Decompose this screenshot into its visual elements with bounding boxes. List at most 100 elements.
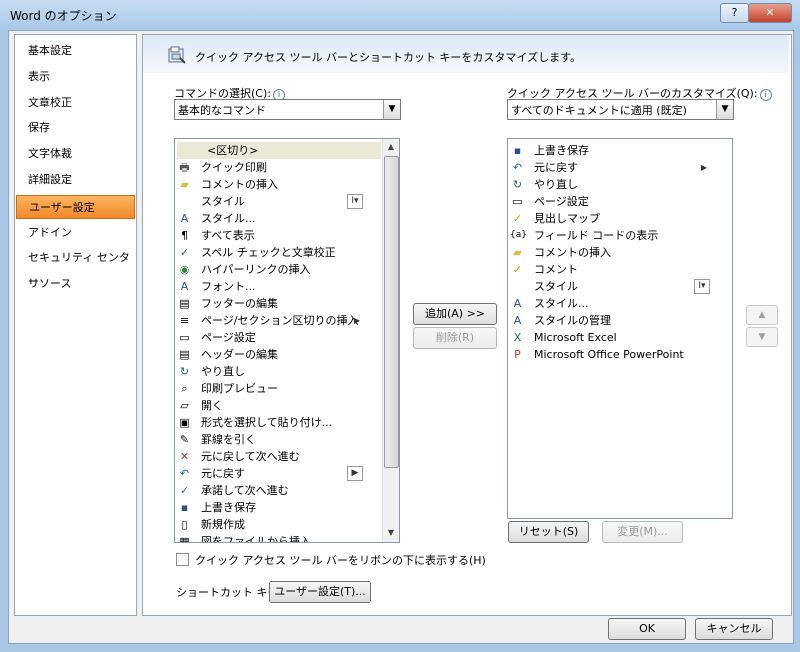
- qat-list-item[interactable]: ▪ 上書き保存: [510, 142, 728, 159]
- command-list-item[interactable]: ↻ やり直し: [177, 363, 381, 380]
- item-label: 上書き保存: [201, 501, 256, 514]
- command-list-item[interactable]: ▱ 開く: [177, 397, 381, 414]
- move-down-button[interactable]: ▼: [746, 327, 778, 347]
- nav-item[interactable]: 文章校正: [16, 91, 135, 115]
- command-list-item[interactable]: A スタイル...: [177, 210, 381, 227]
- scroll-down-icon[interactable]: ▼: [383, 525, 399, 541]
- scrollbar-thumb[interactable]: [384, 156, 399, 468]
- command-list-item[interactable]: ¶ すべて表示: [177, 227, 381, 244]
- scroll-up-icon[interactable]: ▲: [383, 139, 399, 155]
- nav-item[interactable]: リソース: [16, 272, 135, 296]
- item-label: Microsoft Office PowerPoint: [534, 348, 684, 361]
- check-icon: ✓: [512, 263, 523, 276]
- qat-list-item[interactable]: A スタイルの管理: [510, 312, 728, 329]
- reset-button[interactable]: リセット(S): [508, 521, 589, 543]
- chevron-down-icon[interactable]: ▼: [716, 100, 733, 119]
- command-list-item[interactable]: ▤ ヘッダーの編集: [177, 346, 381, 363]
- item-label: コメント: [534, 263, 578, 276]
- command-list-item[interactable]: ≡ ページ/セクション区切りの挿入 ▶: [177, 312, 381, 329]
- options-dialog: Word のオプション ? ✕ 基本設定 表示 文章校正 保存 文字体裁 詳細設定ユーザー…: [0, 0, 800, 652]
- nav-item[interactable]: ユーザー設定: [16, 195, 135, 219]
- nav-item[interactable]: アドイン: [16, 221, 135, 245]
- submenu-arrow-icon: ▶: [347, 466, 363, 481]
- command-list-item[interactable]: ⌕ 印刷プレビュー: [177, 380, 381, 397]
- command-list-item[interactable]: ↶ 元に戻す ▶: [177, 465, 381, 482]
- nav-item[interactable]: 保存: [16, 116, 135, 140]
- command-list-item[interactable]: ▰ コメントの挿入: [177, 176, 381, 193]
- paragraph-icon: ¶: [181, 229, 188, 242]
- command-list-item[interactable]: ▣ 形式を選択して貼り付け...: [177, 414, 381, 431]
- command-list-item[interactable]: ✓ 承諾して次へ進む: [177, 482, 381, 499]
- paste-icon: ▣: [179, 416, 190, 429]
- show-below-ribbon-label: クイック アクセス ツール バーをリボンの下に表示する(H): [195, 554, 486, 567]
- item-label: スタイル: [201, 195, 245, 208]
- qat-list-item[interactable]: {a} フィールド コードの表示: [510, 227, 728, 244]
- item-label: 上書き保存: [534, 144, 589, 157]
- cancel-button[interactable]: キャンセル: [695, 618, 773, 640]
- qat-list-item[interactable]: ↶ 元に戻す ▶: [510, 159, 728, 176]
- command-list-item[interactable]: ✕ 元に戻して次へ進む: [177, 448, 381, 465]
- shortcut-keys-label: ショートカット キー:: [176, 586, 283, 599]
- command-source-dropdown[interactable]: 基本的なコマンド ▼: [174, 99, 401, 120]
- page-setup-icon: ▭: [512, 195, 523, 208]
- qat-list-item[interactable]: ✓ 見出しマップ: [510, 210, 728, 227]
- save-icon: ▪: [180, 501, 189, 514]
- qat-items-list[interactable]: ▪ 上書き保存 ↶ 元に戻す ▶ ↻ やり直し ▭ ページ設定 ✓ 見出しマップ {a} フィールド コ…: [507, 138, 733, 519]
- help-button[interactable]: ?: [720, 3, 749, 23]
- qat-list-item[interactable]: P Microsoft Office PowerPoint: [510, 346, 728, 363]
- nav-item[interactable]: セキュリティ センター: [16, 246, 135, 288]
- print-icon: 🖶: [179, 161, 190, 174]
- qat-list-item[interactable]: ▰ コメントの挿入: [510, 244, 728, 261]
- close-button[interactable]: ✕: [748, 3, 792, 23]
- qat-list-item[interactable]: X Microsoft Excel: [510, 329, 728, 346]
- move-up-button[interactable]: ▲: [746, 305, 778, 325]
- shortcut-customize-button[interactable]: ユーザー設定(T)...: [269, 581, 371, 603]
- command-list-item[interactable]: ✓ スペル チェックと文章校正: [177, 244, 381, 261]
- item-label: 開く: [201, 399, 223, 412]
- globe-icon: ◉: [179, 263, 190, 276]
- command-list-item[interactable]: ▯ 新規作成: [177, 516, 381, 533]
- nav-item[interactable]: 表示: [16, 65, 135, 89]
- chevron-down-icon[interactable]: ▼: [383, 100, 400, 119]
- qat-scope-dropdown[interactable]: すべてのドキュメントに適用 (既定) ▼: [507, 99, 734, 120]
- qat-list-item[interactable]: ▭ ページ設定: [510, 193, 728, 210]
- remove-button[interactable]: 削除(R): [413, 327, 497, 349]
- modify-button[interactable]: 変更(M)...: [602, 521, 683, 543]
- command-list-item[interactable]: <区切り>: [177, 142, 381, 159]
- qat-list-item[interactable]: ↻ やり直し: [510, 176, 728, 193]
- nav-item[interactable]: 基本設定: [16, 39, 135, 63]
- item-label: ページ設定: [534, 195, 589, 208]
- window-title: Word のオプション: [10, 9, 117, 23]
- command-list-item[interactable]: ◉ ハイパーリンクの挿入: [177, 261, 381, 278]
- ok-button[interactable]: OK: [608, 618, 686, 640]
- show-below-ribbon-checkbox[interactable]: [176, 553, 189, 566]
- commands-list[interactable]: ▲ ▼ <区切り> 🖶 クイック印刷 ▰ コメントの挿入 スタイル I▾ A スタイル... ¶ す…: [174, 138, 400, 543]
- command-list-item[interactable]: ▭ ページ設定: [177, 329, 381, 346]
- command-list-item[interactable]: ▤ フッターの編集: [177, 295, 381, 312]
- title-bar[interactable]: Word のオプション ? ✕: [0, 0, 800, 30]
- command-list-item[interactable]: 🖶 クイック印刷: [177, 159, 381, 176]
- style-icon: A: [513, 297, 522, 310]
- command-list-item[interactable]: スタイル I▾: [177, 193, 381, 210]
- command-list-item[interactable]: ▦ 図をファイルから挿入: [177, 533, 381, 542]
- command-list-item[interactable]: A フォント...: [177, 278, 381, 295]
- category-nav: 基本設定 表示 文章校正 保存 文字体裁 詳細設定ユーザー設定 アドイン セキュリティ センタ…: [14, 34, 137, 616]
- qat-list-item[interactable]: スタイル I▾: [510, 278, 728, 295]
- redo-icon: ↻: [512, 178, 523, 191]
- command-list-item[interactable]: ▪ 上書き保存: [177, 499, 381, 516]
- item-label: ページ/セクション区切りの挿入: [201, 314, 359, 327]
- item-label: スペル チェックと文章校正: [201, 246, 336, 259]
- commands-scrollbar[interactable]: ▲ ▼: [382, 139, 399, 542]
- item-label: 元に戻す: [534, 161, 578, 174]
- header-band: クイック アクセス ツール バーとショートカット キーをカスタマイズします。: [143, 35, 789, 73]
- qat-list-item[interactable]: A スタイル...: [510, 295, 728, 312]
- nav-item[interactable]: 詳細設定: [16, 168, 135, 192]
- qat-list-item[interactable]: ✓ コメント: [510, 261, 728, 278]
- command-list-item[interactable]: ✎ 罫線を引く: [177, 431, 381, 448]
- font-icon: A: [180, 280, 189, 293]
- item-label: ハイパーリンクの挿入: [201, 263, 311, 276]
- field-code-icon: {a}: [510, 230, 527, 240]
- page-setup-icon: ▭: [179, 331, 190, 344]
- add-button[interactable]: 追加(A) >>: [413, 303, 497, 325]
- nav-item[interactable]: 文字体裁: [16, 142, 135, 166]
